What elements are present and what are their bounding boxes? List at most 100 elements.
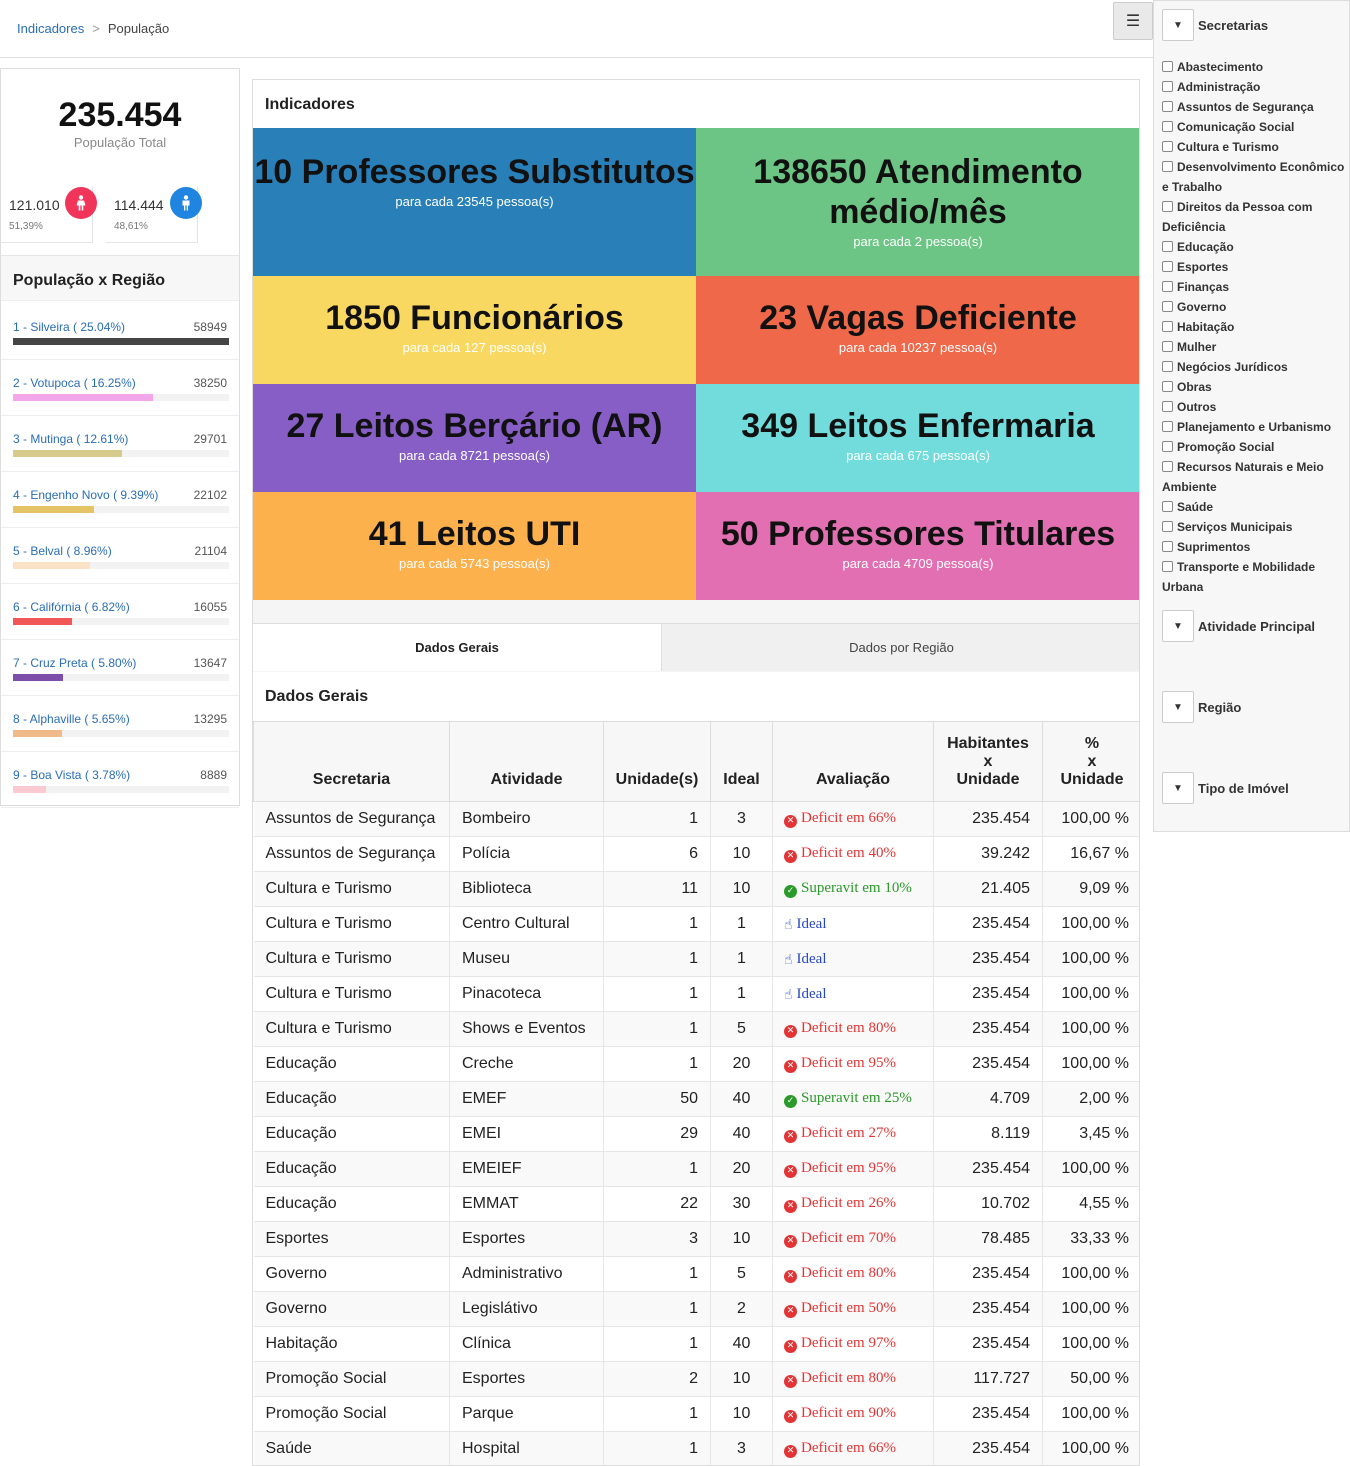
indicator-tile[interactable]: 50 Professores Titulares para cada 4709 p… [696,492,1139,600]
checkbox[interactable] [1162,561,1173,572]
checkbox[interactable] [1162,381,1173,392]
checkbox[interactable] [1162,341,1173,352]
secretaria-checkbox-item[interactable]: Esportes [1162,257,1350,277]
secretaria-checkbox-item[interactable]: Educação [1162,237,1350,257]
region-name[interactable]: 5 - Belval ( 8.96%) [13,544,112,558]
secretaria-checkbox-item[interactable]: Abastecimento [1162,57,1350,77]
secretaria-checkbox-item[interactable]: Negócios Jurídicos [1162,357,1350,377]
region-name[interactable]: 9 - Boa Vista ( 3.78%) [13,768,130,782]
indicator-tile[interactable]: 27 Leitos Berçário (AR) para cada 8721 pe… [253,384,696,492]
indicator-tile[interactable]: 1850 Funcionários para cada 127 pessoa(s) [253,276,696,384]
table-row: Educação EMEF 50 40 ✓ Superavit em 25% 4.709 2,… [253,1081,1139,1117]
col-pct-header[interactable]: % x Unidade [1042,721,1139,802]
checkbox[interactable] [1162,201,1173,212]
checkbox[interactable] [1162,281,1173,292]
region-name[interactable]: 4 - Engenho Novo ( 9.39%) [13,488,158,502]
indicator-tile[interactable]: 349 Leitos Enfermaria para cada 675 pesso… [696,384,1139,492]
cell-secretaria: Governo [253,1291,450,1327]
secretaria-checkbox-item[interactable]: Transporte e Mobilidade Urbana [1162,557,1350,597]
col-habitantes-header[interactable]: Habitantes x Unidade [933,721,1043,802]
checkbox[interactable] [1162,81,1173,92]
region-item[interactable]: 1 - Silveira ( 25.04%) 58949 [1,304,239,360]
checkbox[interactable] [1162,461,1173,472]
cell-secretaria: Educação [253,1081,450,1117]
region-item[interactable]: 9 - Boa Vista ( 3.78%) 8889 [1,752,239,808]
checkbox[interactable] [1162,61,1173,72]
col-unidades-header[interactable]: Unidade(s) [603,721,711,802]
secretaria-checkbox-item[interactable]: Suprimentos [1162,537,1350,557]
region-name[interactable]: 2 - Votupoca ( 16.25%) [13,376,136,390]
table-row: Educação EMEI 29 40 ✕ Deficit em 27% 8.119 3,45… [253,1116,1139,1152]
checkbox[interactable] [1162,301,1173,312]
checkbox[interactable] [1162,441,1173,452]
table-row: Governo Legislátivo 1 2 ✕ Deficit em 50% 235.4… [253,1291,1139,1327]
secretarias-toggle-button[interactable]: ▼ [1162,9,1194,41]
col-atividade-header[interactable]: Atividade [449,721,604,802]
checkbox[interactable] [1162,541,1173,552]
region-item[interactable]: 2 - Votupoca ( 16.25%) 38250 [1,360,239,416]
checkbox[interactable] [1162,361,1173,372]
cell-unidades: 1 [603,1291,711,1327]
col-secretaria-header[interactable]: Secretaria [253,721,450,802]
region-item[interactable]: 4 - Engenho Novo ( 9.39%) 22102 [1,472,239,528]
region-bar-fill [13,338,229,345]
secretaria-checkbox-item[interactable]: Serviços Municipais [1162,517,1350,537]
secretaria-checkbox-item[interactable]: Administração [1162,77,1350,97]
secretaria-checkbox-item[interactable]: Promoção Social [1162,437,1350,457]
menu-toggle-button[interactable]: ☰ [1113,2,1153,40]
region-name[interactable]: 7 - Cruz Preta ( 5.80%) [13,656,136,670]
region-name[interactable]: 1 - Silveira ( 25.04%) [13,320,125,334]
checkbox[interactable] [1162,521,1173,532]
tab-dados-gerais[interactable]: Dados Gerais [253,623,661,671]
secretaria-checkbox-item[interactable]: Outros [1162,397,1350,417]
region-item[interactable]: 7 - Cruz Preta ( 5.80%) 13647 [1,640,239,696]
secretaria-checkbox-item[interactable]: Desenvolvimento Econômico e Trabalho [1162,157,1350,197]
avaliacao-text: Ideal [796,950,827,967]
region-name[interactable]: 8 - Alphaville ( 5.65%) [13,712,130,726]
secretaria-checkbox-item[interactable]: Recursos Naturais e Meio Ambiente [1162,457,1350,497]
checkbox[interactable] [1162,141,1173,152]
checkbox[interactable] [1162,101,1173,112]
region-item[interactable]: 6 - Califórnia ( 6.82%) 16055 [1,584,239,640]
secretaria-checkbox-item[interactable]: Saúde [1162,497,1350,517]
secretaria-checkbox-item[interactable]: Direitos da Pessoa com Deficiência [1162,197,1350,237]
region-name[interactable]: 6 - Califórnia ( 6.82%) [13,600,130,614]
col-avaliacao-header[interactable]: Avaliação [772,721,934,802]
checkbox-label: Suprimentos [1177,540,1251,554]
secretaria-checkbox-item[interactable]: Finanças [1162,277,1350,297]
col-ideal-header[interactable]: Ideal [710,721,773,802]
region-item[interactable]: 8 - Alphaville ( 5.65%) 13295 [1,696,239,752]
secretaria-checkbox-item[interactable]: Comunicação Social [1162,117,1350,137]
cell-atividade: Shows e Eventos [449,1011,604,1047]
checkbox[interactable] [1162,321,1173,332]
atividade-toggle-button[interactable]: ▼ [1162,610,1194,642]
region-item[interactable]: 5 - Belval ( 8.96%) 21104 [1,528,239,584]
secretaria-checkbox-item[interactable]: Mulher [1162,337,1350,357]
region-name[interactable]: 3 - Mutinga ( 12.61%) [13,432,128,446]
checkbox[interactable] [1162,421,1173,432]
region-item[interactable]: 3 - Mutinga ( 12.61%) 29701 [1,416,239,472]
secretaria-checkbox-item[interactable]: Assuntos de Segurança [1162,97,1350,117]
checkbox[interactable] [1162,401,1173,412]
indicator-tile[interactable]: 41 Leitos UTI para cada 5743 pessoa(s) [253,492,696,600]
indicator-tile[interactable]: 23 Vagas Deficiente para cada 10237 pesso… [696,276,1139,384]
checkbox[interactable] [1162,161,1173,172]
secretaria-checkbox-item[interactable]: Governo [1162,297,1350,317]
cell-pct: 33,33 % [1042,1221,1139,1257]
breadcrumb-indicadores-link[interactable]: Indicadores [17,21,84,36]
regiao-toggle-button[interactable]: ▼ [1162,691,1194,723]
checkbox[interactable] [1162,501,1173,512]
checkbox[interactable] [1162,121,1173,132]
checkbox[interactable] [1162,261,1173,272]
cell-secretaria: Cultura e Turismo [253,941,450,977]
secretaria-checkbox-item[interactable]: Obras [1162,377,1350,397]
checkbox[interactable] [1162,241,1173,252]
facet-tipo-imovel: ▼ Tipo de Imóvel [1162,772,1347,804]
indicator-tile[interactable]: 138650 Atendimento médio/mês para cada 2 … [696,128,1139,276]
secretaria-checkbox-item[interactable]: Planejamento e Urbanismo [1162,417,1350,437]
secretaria-checkbox-item[interactable]: Habitação [1162,317,1350,337]
secretaria-checkbox-item[interactable]: Cultura e Turismo [1162,137,1350,157]
tab-dados-por-regiao[interactable]: Dados por Região [661,623,1139,671]
imovel-toggle-button[interactable]: ▼ [1162,772,1194,804]
indicator-tile[interactable]: 10 Professores Substitutos para cada 2354… [253,128,696,276]
